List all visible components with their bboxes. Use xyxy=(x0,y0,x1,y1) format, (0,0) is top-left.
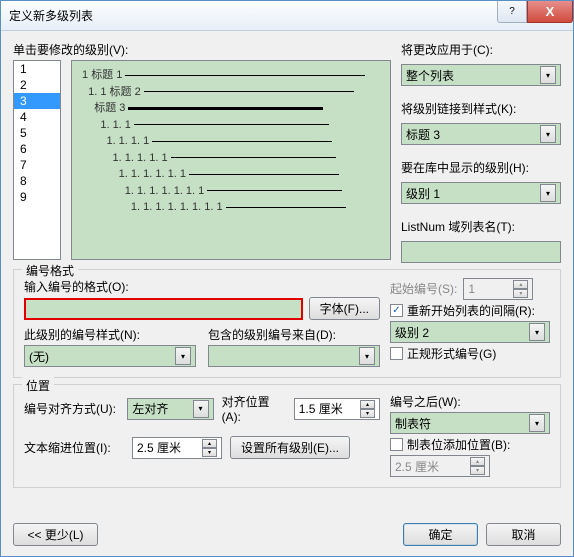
restart-level-select[interactable]: 级别 2 ▾ xyxy=(390,321,550,343)
set-all-levels-button[interactable]: 设置所有级别(E)... xyxy=(230,436,350,459)
position-title: 位置 xyxy=(22,377,54,394)
spinner-up-icon[interactable]: ▴ xyxy=(202,439,217,448)
link-style-select[interactable]: 标题 3 ▾ xyxy=(401,123,561,145)
listnum-label: ListNum 域列表名(T): xyxy=(401,218,561,235)
position-group: 位置 编号对齐方式(U): 左对齐 ▾ 对齐位置(A): 1.5 厘米 ▴▾ xyxy=(13,384,561,488)
chevron-down-icon: ▾ xyxy=(359,347,375,365)
indent-label: 文本缩进位置(I): xyxy=(24,439,124,456)
chevron-down-icon: ▾ xyxy=(540,184,556,202)
chevron-down-icon: ▾ xyxy=(529,323,545,341)
chevron-down-icon: ▾ xyxy=(529,414,545,432)
enter-format-label: 输入编号的格式(O): xyxy=(24,278,380,295)
tabstop-value: 2.5 厘米 xyxy=(395,458,439,475)
restart-level-value: 级别 2 xyxy=(395,324,429,341)
align-select[interactable]: 左对齐 ▾ xyxy=(127,398,213,420)
gallery-level-select[interactable]: 级别 1 ▾ xyxy=(401,182,561,204)
spinner-up-icon[interactable]: ▴ xyxy=(513,280,528,289)
spinner-up-icon[interactable]: ▴ xyxy=(470,457,485,466)
include-level-select[interactable]: ▾ xyxy=(208,345,380,367)
indent-value: 2.5 厘米 xyxy=(137,439,181,456)
preview-line: 1. 1. 1. 1. 1. 1 xyxy=(82,166,380,183)
apply-changes-select[interactable]: 整个列表 ▾ xyxy=(401,64,561,86)
number-style-label: 此级别的编号样式(N): xyxy=(24,326,196,343)
spinner-down-icon[interactable]: ▾ xyxy=(202,448,217,457)
gallery-level-label: 要在库中显示的级别(H): xyxy=(401,159,561,176)
align-at-value: 1.5 厘米 xyxy=(299,400,343,417)
preview-line: 标题 3 xyxy=(82,100,380,117)
level-item-9[interactable]: 9 xyxy=(14,189,60,205)
number-style-value: (无) xyxy=(29,348,49,365)
level-item-5[interactable]: 5 xyxy=(14,125,60,141)
link-style-label: 将级别链接到样式(K): xyxy=(401,100,561,117)
legal-label: 正规形式编号(G) xyxy=(407,345,496,362)
cancel-button[interactable]: 取消 xyxy=(486,523,561,546)
follow-value: 制表符 xyxy=(395,415,431,432)
legal-checkbox[interactable] xyxy=(390,347,403,360)
level-item-4[interactable]: 4 xyxy=(14,109,60,125)
chevron-down-icon: ▾ xyxy=(193,400,209,418)
preview-line: 1 标题 1 xyxy=(82,67,380,84)
font-button[interactable]: 字体(F)... xyxy=(309,297,380,320)
level-item-8[interactable]: 8 xyxy=(14,173,60,189)
tabstop-label: 制表位添加位置(B): xyxy=(407,436,510,453)
chevron-down-icon: ▾ xyxy=(540,66,556,84)
start-at-spinner[interactable]: 1 ▴▾ xyxy=(463,278,533,300)
follow-select[interactable]: 制表符 ▾ xyxy=(390,412,550,434)
titlebar: 定义新多级列表 ? X xyxy=(1,1,573,31)
restart-label: 重新开始列表的间隔(R): xyxy=(407,302,535,319)
start-at-value: 1 xyxy=(468,282,475,296)
window-title: 定义新多级列表 xyxy=(9,7,497,24)
level-item-7[interactable]: 7 xyxy=(14,157,60,173)
preview-line: 1. 1. 1. 1. 1 xyxy=(82,150,380,167)
enter-format-input[interactable] xyxy=(24,298,303,320)
spinner-down-icon[interactable]: ▾ xyxy=(513,289,528,298)
help-button[interactable]: ? xyxy=(497,1,527,23)
preview-line: 1. 1. 1. 1 xyxy=(82,133,380,150)
level-item-6[interactable]: 6 xyxy=(14,141,60,157)
align-at-label: 对齐位置(A): xyxy=(222,393,286,424)
spinner-up-icon[interactable]: ▴ xyxy=(360,400,375,409)
number-style-select[interactable]: (无) ▾ xyxy=(24,345,196,367)
chevron-down-icon: ▾ xyxy=(175,347,191,365)
spinner-down-icon[interactable]: ▾ xyxy=(470,466,485,475)
spinner-down-icon[interactable]: ▾ xyxy=(360,409,375,418)
gallery-level-value: 级别 1 xyxy=(406,185,440,202)
level-item-2[interactable]: 2 xyxy=(14,77,60,93)
listnum-input[interactable] xyxy=(401,241,561,263)
apply-changes-value: 整个列表 xyxy=(406,67,454,84)
restart-checkbox[interactable]: ✓ xyxy=(390,304,403,317)
align-label: 编号对齐方式(U): xyxy=(24,400,119,417)
chevron-down-icon: ▾ xyxy=(540,125,556,143)
tabstop-checkbox[interactable] xyxy=(390,438,403,451)
close-button[interactable]: X xyxy=(527,1,573,23)
ok-button[interactable]: 确定 xyxy=(403,523,478,546)
align-at-spinner[interactable]: 1.5 厘米 ▴▾ xyxy=(294,398,380,420)
click-level-label: 单击要修改的级别(V): xyxy=(13,41,391,58)
follow-label: 编号之后(W): xyxy=(390,393,550,410)
preview-pane: 1 标题 1 1. 1 标题 2 标题 3 1. 1. 1 1. 1. 1. 1… xyxy=(71,60,391,260)
tabstop-spinner[interactable]: 2.5 厘米 ▴▾ xyxy=(390,455,490,477)
level-item-3[interactable]: 3 xyxy=(14,93,60,109)
link-style-value: 标题 3 xyxy=(406,126,440,143)
align-value: 左对齐 xyxy=(132,400,168,417)
indent-spinner[interactable]: 2.5 厘米 ▴▾ xyxy=(132,437,222,459)
level-listbox[interactable]: 123456789 xyxy=(13,60,61,260)
number-format-group: 编号格式 输入编号的格式(O): 字体(F)... 此级别的编号样式(N): (… xyxy=(13,269,561,378)
preview-line: 1. 1. 1. 1. 1. 1. 1. 1 xyxy=(82,199,380,216)
less-button[interactable]: << 更少(L) xyxy=(13,523,98,546)
preview-line: 1. 1 标题 2 xyxy=(82,84,380,101)
include-level-label: 包含的级别编号来自(D): xyxy=(208,326,380,343)
number-format-title: 编号格式 xyxy=(22,262,78,279)
preview-line: 1. 1. 1 xyxy=(82,117,380,134)
level-item-1[interactable]: 1 xyxy=(14,61,60,77)
apply-changes-label: 将更改应用于(C): xyxy=(401,41,561,58)
preview-line: 1. 1. 1. 1. 1. 1. 1 xyxy=(82,183,380,200)
start-at-label: 起始编号(S): xyxy=(390,280,457,297)
